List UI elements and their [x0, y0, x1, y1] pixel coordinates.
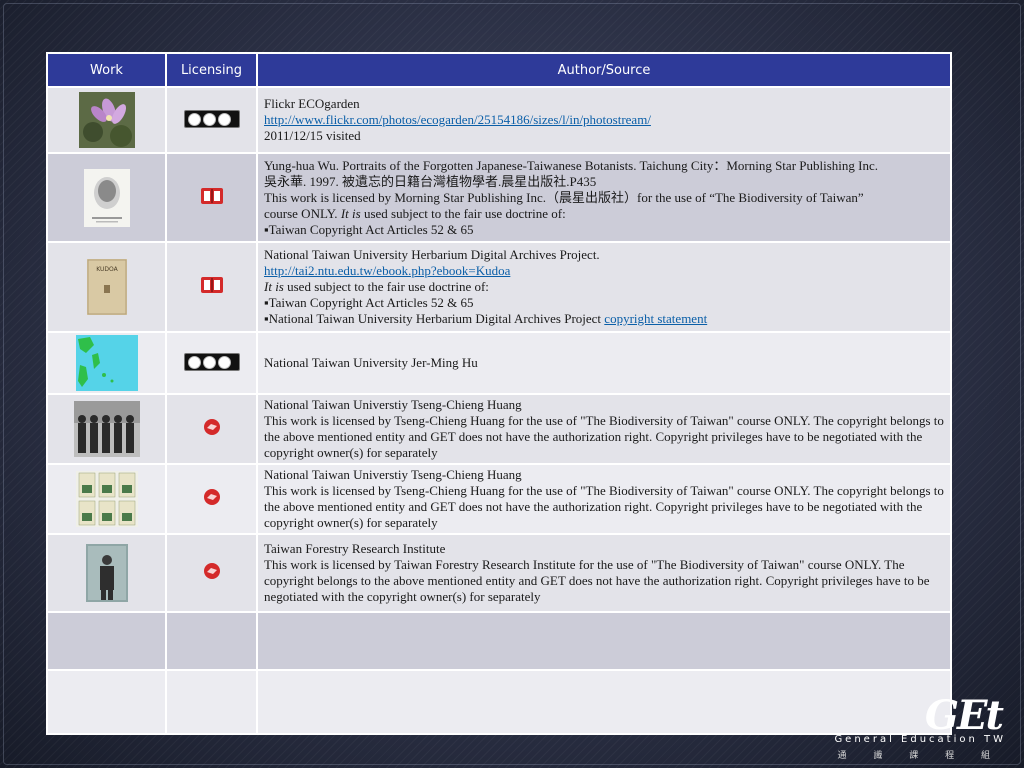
person-photo-thumbnail: [85, 544, 128, 602]
license-text: This work is licensed by Tseng-Chieng Hu…: [264, 483, 944, 530]
license-cell: [165, 331, 258, 395]
license-text: This work is licensed by Tseng-Chieng Hu…: [264, 413, 944, 460]
get-logo: GEt: [924, 692, 1004, 739]
source-line: National Taiwan University Herbarium Dig…: [264, 247, 600, 262]
copyright-statement-link[interactable]: copyright statement: [604, 311, 707, 326]
source-line: Yung-hua Wu. Portraits of the Forgotten …: [264, 157, 878, 173]
license-cell: [165, 86, 258, 154]
permission-icon[interactable]: [202, 487, 222, 507]
logo-subtitle-cjk: 通 識 課 程 組: [837, 751, 1002, 761]
cc-by-nc-nd-icon[interactable]: [183, 110, 240, 129]
table-row: Flickr ECOgarden http://www.flickr.com/p…: [46, 86, 952, 154]
source-cell: Flickr ECOgarden http://www.flickr.com/p…: [256, 86, 952, 154]
source-cell: National Taiwan Universtiy Tseng-Chieng …: [256, 463, 952, 535]
table-row: National Taiwan University Jer-Ming Hu: [46, 331, 952, 395]
source-line: 吳永華. 1997. 被遺忘的日籍台灣植物學者.晨星出版社.P435: [264, 173, 597, 189]
permission-icon[interactable]: [202, 561, 222, 581]
license-cell: [165, 463, 258, 535]
source-cell: National Taiwan University Jer-Ming Hu: [256, 331, 952, 395]
fair-rest: used subject to the fair use doctrine of…: [287, 279, 489, 294]
source-cell: National Taiwan University Herbarium Dig…: [256, 241, 952, 333]
source-link[interactable]: http://www.flickr.com/photos/ecogarden/2…: [264, 112, 651, 127]
fair-italic: It is: [340, 205, 361, 221]
bullet-item: ▪Taiwan Copyright Act Articles 52 & 65: [264, 295, 474, 310]
empty-cell: [46, 611, 167, 671]
work-cell: [46, 152, 167, 243]
source-line: Taiwan Forestry Research Institute: [264, 541, 446, 556]
source-line: Flickr ECOgarden: [264, 96, 360, 111]
license-cell: [165, 241, 258, 333]
empty-cell: [165, 611, 258, 671]
license-cell: [165, 393, 258, 465]
source-line: National Taiwan Universtiy Tseng-Chieng …: [264, 397, 522, 412]
flora-books-thumbnail: [75, 471, 138, 527]
license-cell: [165, 533, 258, 613]
permission-icon[interactable]: [202, 417, 222, 437]
fair-use-icon[interactable]: [200, 187, 224, 205]
table-row: National Taiwan Universtiy Tseng-Chieng …: [46, 463, 952, 535]
source-cell: Taiwan Forestry Research Institute This …: [256, 533, 952, 613]
header-row: Work Licensing Author/Source: [46, 52, 952, 88]
source-line: This work is licensed by Morning Star Pu…: [264, 189, 864, 205]
source-link[interactable]: http://tai2.ntu.edu.tw/ebook.php?ebook=K…: [264, 263, 510, 278]
fair-prefix: course ONLY.: [264, 205, 338, 221]
flower-thumbnail: [78, 92, 135, 148]
source-line: National Taiwan Universtiy Tseng-Chieng …: [264, 467, 522, 482]
map-thumbnail: [75, 335, 138, 391]
fair-use-icon[interactable]: [200, 276, 224, 294]
book-title: KUDOA: [96, 266, 118, 273]
work-cell: [46, 463, 167, 535]
credits-table: Work Licensing Author/Source Flickr ECOg…: [46, 52, 952, 735]
work-cell: [46, 331, 167, 395]
empty-row: [46, 669, 952, 735]
bullet-item: ▪National Taiwan University Herbarium Di…: [264, 311, 944, 327]
bullet-prefix: ▪National Taiwan University Herbarium Di…: [264, 311, 602, 326]
visited-date: 2011/12/15 visited: [264, 128, 361, 143]
empty-cell: [256, 669, 952, 735]
empty-cell: [256, 611, 952, 671]
table-row: National Taiwan Universtiy Tseng-Chieng …: [46, 393, 952, 465]
logo-subtitle: General Education TW: [834, 734, 1006, 745]
header-licensing: Licensing: [165, 52, 258, 88]
source-line: National Taiwan University Jer-Ming Hu: [264, 355, 478, 370]
header-author-source: Author/Source: [256, 52, 952, 88]
empty-cell: [46, 669, 167, 735]
work-cell: [46, 86, 167, 154]
fair-use-line: It is used subject to the fair use doctr…: [264, 279, 944, 295]
license-text: This work is licensed by Taiwan Forestry…: [264, 557, 930, 604]
book-cover-thumbnail: KUDOA: [86, 259, 127, 315]
work-cell: [46, 393, 167, 465]
table-row: Yung-hua Wu. Portraits of the Forgotten …: [46, 152, 952, 243]
fair-italic: It is: [264, 279, 284, 294]
fair-use-line: course ONLY. It is used subject to the f…: [264, 206, 944, 222]
group-photo-thumbnail: [73, 401, 140, 457]
cc-by-nc-sa-icon[interactable]: [183, 353, 240, 372]
work-cell: [46, 533, 167, 613]
empty-row: [46, 611, 952, 671]
work-cell: KUDOA: [46, 241, 167, 333]
fair-rest: used subject to the fair use doctrine of…: [363, 205, 566, 221]
source-cell: Yung-hua Wu. Portraits of the Forgotten …: [256, 152, 952, 243]
empty-cell: [165, 669, 258, 735]
table-row: Taiwan Forestry Research Institute This …: [46, 533, 952, 613]
source-cell: National Taiwan Universtiy Tseng-Chieng …: [256, 393, 952, 465]
portrait-thumbnail: [83, 168, 130, 227]
license-cell: [165, 152, 258, 243]
header-work: Work: [46, 52, 167, 88]
bullet-item: ▪Taiwan Copyright Act Articles 52 & 65: [264, 221, 474, 237]
table-row: KUDOA National Taiwan University Herbari…: [46, 241, 952, 333]
